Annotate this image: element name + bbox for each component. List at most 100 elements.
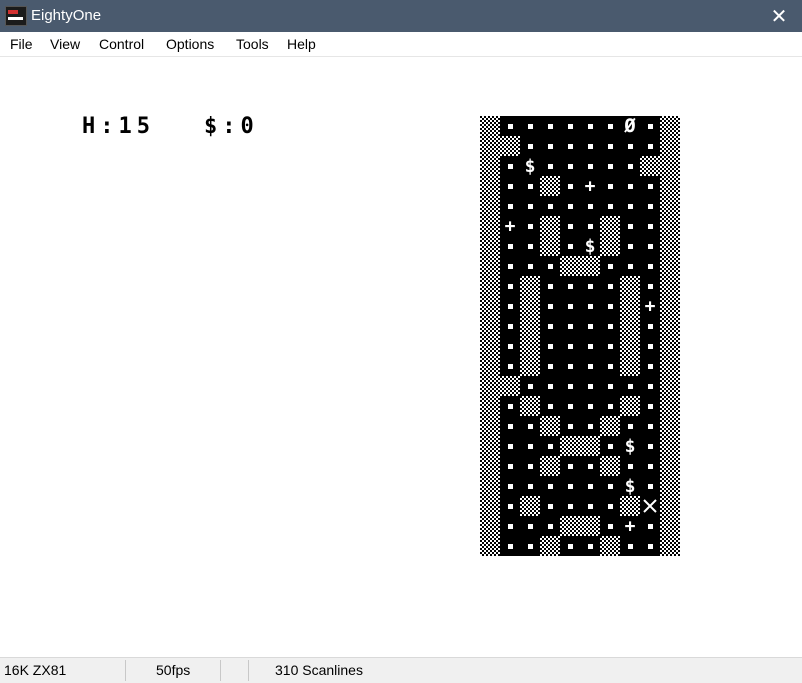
floor-dot — [568, 544, 573, 549]
checker-block — [660, 356, 680, 376]
checker-block — [660, 416, 680, 436]
floor-dot — [508, 304, 513, 309]
floor-dot — [608, 204, 613, 209]
menu-file[interactable]: File — [10, 36, 33, 53]
floor-dot — [608, 324, 613, 329]
floor-dot — [508, 264, 513, 269]
floor-dot — [508, 544, 513, 549]
floor-dot — [608, 264, 613, 269]
checker-block — [480, 116, 500, 136]
checker-block — [520, 296, 540, 316]
floor-dot — [548, 164, 553, 169]
floor-dot — [568, 204, 573, 209]
floor-dot — [568, 284, 573, 289]
floor-dot — [588, 424, 593, 429]
checker-block — [660, 136, 680, 156]
checker-block — [480, 336, 500, 356]
floor-dot — [648, 144, 653, 149]
floor-dot — [548, 204, 553, 209]
menu-bar: File View Control Options Tools Help — [0, 32, 802, 57]
floor-dot — [568, 164, 573, 169]
checker-block — [580, 436, 600, 456]
checker-block — [620, 316, 640, 336]
floor-dot — [508, 164, 513, 169]
floor-dot — [568, 124, 573, 129]
floor-dot — [628, 464, 633, 469]
floor-dot — [548, 444, 553, 449]
floor-dot — [588, 304, 593, 309]
checker-block — [480, 136, 500, 156]
checker-block — [600, 456, 620, 476]
floor-dot — [648, 264, 653, 269]
health-pickup-icon: + — [625, 516, 636, 537]
checker-block — [660, 176, 680, 196]
floor-dot — [528, 124, 533, 129]
checker-block — [560, 436, 580, 456]
floor-dot — [628, 144, 633, 149]
menu-options[interactable]: Options — [166, 36, 214, 53]
floor-dot — [548, 484, 553, 489]
floor-dot — [568, 244, 573, 249]
floor-dot — [648, 484, 653, 489]
floor-dot — [588, 144, 593, 149]
close-button[interactable]: ✕ — [756, 0, 802, 32]
checker-block — [480, 316, 500, 336]
floor-dot — [548, 344, 553, 349]
floor-dot — [628, 204, 633, 209]
floor-dot — [588, 544, 593, 549]
menu-tools[interactable]: Tools — [236, 36, 269, 53]
floor-dot — [628, 544, 633, 549]
checker-block — [560, 256, 580, 276]
floor-dot — [548, 264, 553, 269]
board-background — [480, 116, 680, 556]
checker-block — [500, 136, 520, 156]
checker-block — [660, 276, 680, 296]
floor-dot — [568, 384, 573, 389]
checker-block — [620, 276, 640, 296]
floor-dot — [528, 244, 533, 249]
floor-dot — [568, 184, 573, 189]
floor-dot — [648, 424, 653, 429]
floor-dot — [508, 284, 513, 289]
money-counter: $:0 — [204, 114, 259, 139]
floor-dot — [528, 464, 533, 469]
floor-dot — [628, 424, 633, 429]
checker-block — [660, 296, 680, 316]
floor-dot — [588, 224, 593, 229]
floor-dot — [588, 364, 593, 369]
checker-block — [660, 336, 680, 356]
floor-dot — [508, 184, 513, 189]
checker-block — [480, 536, 500, 556]
checker-block — [660, 496, 680, 516]
menu-control[interactable]: Control — [99, 36, 144, 53]
checker-block — [520, 496, 540, 516]
checker-block — [600, 216, 620, 236]
checker-block — [620, 396, 640, 416]
floor-dot — [648, 244, 653, 249]
checker-block — [600, 536, 620, 556]
floor-dot — [508, 444, 513, 449]
floor-dot — [568, 424, 573, 429]
window-title: EightyOne — [31, 7, 102, 24]
floor-dot — [608, 444, 613, 449]
floor-dot — [508, 524, 513, 529]
floor-dot — [588, 384, 593, 389]
floor-dot — [508, 464, 513, 469]
floor-dot — [608, 364, 613, 369]
emulator-screen[interactable]: H:15 $:0 — [0, 57, 802, 657]
menu-help[interactable]: Help — [287, 36, 316, 53]
checker-block — [660, 256, 680, 276]
health-pickup-icon: + — [505, 216, 516, 237]
game-board: Ø $ + + $ + $ $ + — [480, 116, 680, 556]
checker-block — [640, 156, 660, 176]
floor-dot — [648, 184, 653, 189]
floor-dot — [648, 344, 653, 349]
floor-dot — [648, 224, 653, 229]
floor-dot — [588, 204, 593, 209]
floor-dot — [528, 524, 533, 529]
floor-dot — [628, 264, 633, 269]
menu-view[interactable]: View — [50, 36, 80, 53]
checker-block — [660, 436, 680, 456]
floor-dot — [568, 304, 573, 309]
floor-dot — [568, 144, 573, 149]
